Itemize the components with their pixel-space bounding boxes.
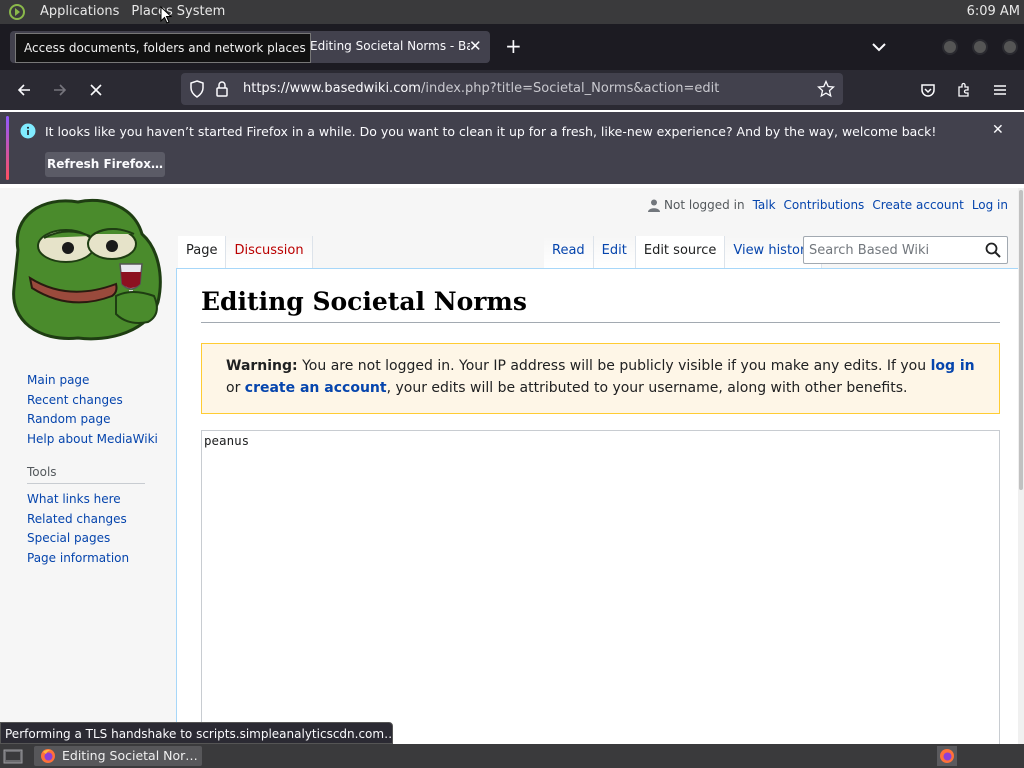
sidebar-item-special-pages[interactable]: Special pages	[27, 529, 145, 549]
extensions-puzzle-icon[interactable]	[953, 79, 975, 101]
url-host: https://www.basedwiki.com	[243, 81, 421, 96]
tab-edit-source[interactable]: Edit source	[635, 236, 726, 268]
sidebar-item-help[interactable]: Help about MediaWiki	[27, 430, 158, 450]
warning-label: Warning:	[226, 358, 298, 374]
warning-text-1: You are not logged in. Your IP address w…	[297, 358, 931, 374]
top-panel: Applications Places System 6:09 AM	[0, 0, 1024, 24]
page-title: Editing Societal Norms	[201, 287, 1000, 323]
new-tab-icon[interactable]: +	[505, 36, 522, 56]
tab-edit[interactable]: Edit	[593, 236, 636, 268]
view-tabs: Read Edit Edit source View history	[544, 236, 823, 268]
namespace-tabs: Page Discussion	[178, 236, 313, 268]
notification-accent	[6, 116, 9, 180]
tab-discussion[interactable]: Discussion	[226, 236, 313, 268]
bookmark-star-icon[interactable]	[816, 79, 836, 102]
tab-page[interactable]: Page	[178, 236, 227, 268]
distro-logo-icon[interactable]	[6, 1, 28, 23]
info-icon	[20, 123, 36, 142]
personal-tools: Not logged in Talk Contributions Create …	[648, 198, 1008, 212]
forward-arrow-icon[interactable]	[49, 79, 71, 101]
applications-menu[interactable]: Applications	[34, 0, 125, 24]
sidebar-item-main-page[interactable]: Main page	[27, 371, 158, 391]
sidebar-item-random-page[interactable]: Random page	[27, 410, 158, 430]
sidebar-navigation: Main page Recent changes Random page Hel…	[27, 371, 158, 449]
close-notification-icon[interactable]: ✕	[992, 122, 1004, 138]
anon-edit-warning: Warning: You are not logged in. Your IP …	[201, 343, 1000, 414]
stop-loading-icon[interactable]	[85, 79, 107, 101]
search-input[interactable]	[809, 241, 979, 259]
sidebar-item-related-changes[interactable]: Related changes	[27, 510, 145, 530]
list-all-tabs-icon[interactable]	[870, 38, 888, 56]
wikitext-editor[interactable]: peanus	[201, 430, 1000, 744]
taskbar-firefox-window[interactable]: Editing Societal Nor…	[34, 746, 202, 766]
log-in-link[interactable]: Log in	[972, 198, 1008, 212]
maximize-window-button[interactable]	[972, 39, 988, 55]
wiki-page: Main page Recent changes Random page Hel…	[0, 188, 1018, 744]
sidebar-item-what-links-here[interactable]: What links here	[27, 490, 145, 510]
search-icon[interactable]	[985, 242, 1001, 262]
navigation-toolbar: https://www.basedwiki.com/index.php?titl…	[0, 70, 1024, 110]
hamburger-menu-icon[interactable]	[989, 79, 1011, 101]
status-panel: Performing a TLS handshake to scripts.si…	[0, 722, 393, 744]
content-area: Editing Societal Norms Warning: You are …	[176, 268, 1018, 744]
minimize-window-button[interactable]	[942, 39, 958, 55]
system-menu[interactable]: System	[171, 0, 231, 24]
close-tab-icon[interactable]: ✕	[469, 37, 482, 55]
refresh-firefox-notification: It looks like you haven’t started Firefo…	[0, 112, 1024, 184]
firefox-icon	[40, 748, 56, 766]
warning-text-3: , your edits will be attributed to your …	[386, 380, 908, 396]
tray-firefox-icon[interactable]	[937, 746, 957, 766]
tools-heading: Tools	[27, 465, 145, 484]
site-security-lock-icon[interactable]	[215, 80, 229, 102]
tracking-protection-shield-icon[interactable]	[189, 80, 205, 102]
wiki-logo[interactable]	[8, 192, 168, 344]
url-text[interactable]: https://www.basedwiki.com/index.php?titl…	[243, 81, 719, 96]
user-icon	[648, 199, 661, 212]
refresh-firefox-button[interactable]: Refresh Firefox…	[45, 152, 165, 177]
sidebar-item-page-information[interactable]: Page information	[27, 549, 145, 569]
warning-text-2: or	[226, 380, 245, 396]
scrollbar-thumb[interactable]	[1019, 190, 1023, 490]
show-desktop-icon[interactable]	[3, 747, 23, 765]
talk-link[interactable]: Talk	[753, 198, 776, 212]
mouse-cursor-icon	[160, 5, 173, 28]
pocket-icon[interactable]	[917, 79, 939, 101]
bottom-taskbar: Editing Societal Nor…	[0, 744, 1024, 768]
clock[interactable]: 6:09 AM	[967, 0, 1020, 24]
log-in-warning-link[interactable]: log in	[931, 358, 975, 374]
url-path: /index.php?title=Societal_Norms&action=e…	[420, 81, 720, 96]
create-account-link[interactable]: Create account	[872, 198, 964, 212]
not-logged-in-label: Not logged in	[664, 198, 745, 212]
wiki-search	[803, 236, 1008, 264]
close-window-button[interactable]	[1002, 39, 1018, 55]
contributions-link[interactable]: Contributions	[784, 198, 865, 212]
tooltip: Access documents, folders and network pl…	[15, 33, 311, 63]
url-bar[interactable]: https://www.basedwiki.com/index.php?titl…	[181, 73, 843, 105]
back-arrow-icon[interactable]	[13, 79, 35, 101]
tab-title: Editing Societal Norms - Based Wiki	[310, 39, 470, 53]
create-account-warning-link[interactable]: create an account	[245, 380, 387, 396]
sidebar-item-recent-changes[interactable]: Recent changes	[27, 391, 158, 411]
sidebar-tools: Tools What links here Related changes Sp…	[27, 465, 145, 568]
tab-read[interactable]: Read	[544, 236, 594, 268]
taskbar-item-label: Editing Societal Nor…	[62, 748, 198, 763]
page-scrollbar[interactable]	[1018, 188, 1024, 744]
notification-message: It looks like you haven’t started Firefo…	[45, 124, 937, 139]
not-logged-in: Not logged in	[648, 198, 745, 212]
